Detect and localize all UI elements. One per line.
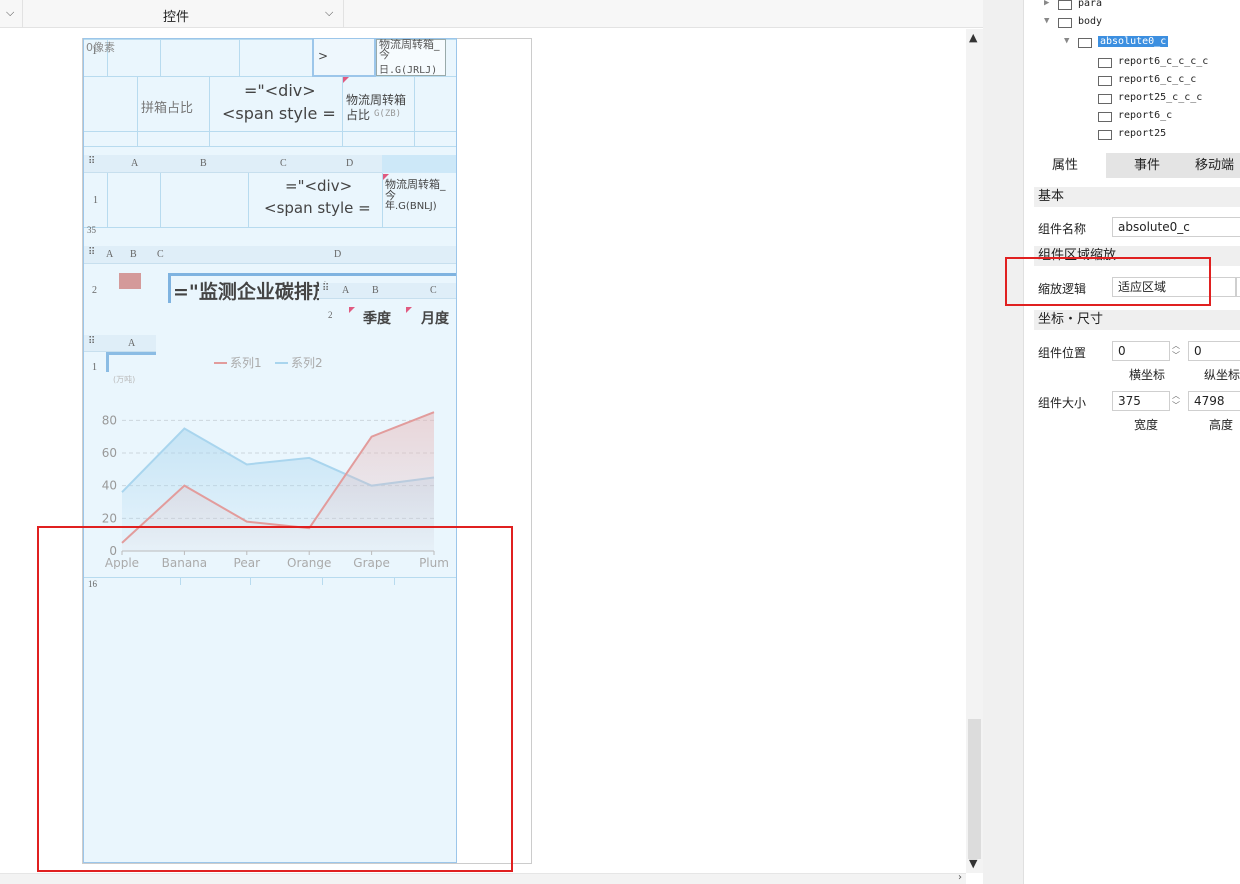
section-coord: 坐标・尺寸 [1034,310,1240,330]
control-select-label: 控件 [163,10,190,25]
label-line-2: 占比 [346,108,371,122]
arrow-text: > [318,49,329,63]
label-cell[interactable]: 物流周转箱_ 今 日.G(JRLJ) [376,39,446,76]
tree-item-label: report6_c_c_c_c [1118,56,1209,67]
row-number: 1 [92,46,97,57]
column-header: ⠿ A B C D [84,246,456,264]
y-unit-label: (万吨) [113,374,135,384]
scroll-down-icon[interactable]: ▼ [969,857,977,870]
label-cell[interactable]: 物流周转箱_ 今 年.G(BNLJ) [382,173,454,227]
tree-item-label: report25_c_c_c [1118,92,1203,103]
design-canvas: 0像素 1 > 物流周转箱_ 今 日.G(JRLJ) 拼箱占比 ="<div> … [0,29,966,873]
tree-item-absolute0-c[interactable]: ▼ absolute0_c [1024,34,1240,52]
tree-item-label: report6_c [1118,110,1173,121]
tree-item-report6-c[interactable]: report6_c [1024,108,1240,126]
quarter-cell: 季度 [363,311,391,327]
widget-icon [1098,76,1112,86]
scroll-thumb[interactable] [968,719,981,859]
pos-x-input[interactable]: 0 [1112,341,1170,361]
pos-x-caption: 横坐标 [1129,368,1166,382]
collapse-icon[interactable]: ▼ [1044,16,1049,26]
tree-item-report25[interactable]: report25 [1024,126,1240,144]
expand-icon[interactable]: ▶ [1044,0,1049,8]
row-number: 2 [92,285,97,296]
widget-icon [1098,58,1112,68]
selected-cell[interactable]: > [312,39,376,77]
name-label: 组件名称 [1038,222,1087,236]
tree-item-label: report6_c_c_c [1118,74,1197,85]
y-tick-label: 60 [102,446,117,460]
tree-item-body[interactable]: ▼ body [1024,14,1240,32]
tree-item-para[interactable]: ▶ para [1024,0,1240,14]
tree-item-label: absolute0_c [1098,36,1169,47]
highlight-frame [1005,257,1211,306]
size-label: 组件大小 [1038,396,1087,410]
legend-label: 系列2 [291,356,323,370]
tree-item-report6-c-c-c-c[interactable]: report6_c_c_c_c [1024,54,1240,72]
width-stepper[interactable]: ︿ ﹀ [1170,391,1182,411]
zero-px-label: 0像素 [86,41,115,54]
widget-icon [1058,18,1072,28]
y-tick-label: 20 [102,511,117,525]
highlight-frame [37,526,513,872]
horizontal-scrollbar[interactable]: › [0,872,966,884]
properties-panel: ▶ para ▼ body ▼ absolute0_c report6_c_c_c_crep… [1005,0,1240,884]
pos-y-caption: 纵坐标 [1204,368,1240,382]
tree-item-report25-c-c-c[interactable]: report25_c_c_c [1024,90,1240,108]
pos-y-input[interactable]: 0 [1188,341,1240,361]
pos-x-stepper[interactable]: ︿ ﹀ [1170,341,1182,361]
widget-name-input[interactable]: absolute0_c [1112,217,1240,237]
height-caption: 高度 [1209,418,1234,432]
toolbar: ⌵ 控件 ⌵ [0,0,983,28]
panel-tabs: 属性 事件 移动端 [1024,153,1240,178]
chevron-down-icon[interactable]: ⌵ [325,6,333,20]
section-basic: 基本 [1034,187,1240,207]
collapse-icon[interactable]: ▼ [1064,36,1069,46]
panel-gutter [983,0,1023,884]
position-label: 组件位置 [1038,346,1087,360]
widget-icon [1058,0,1072,10]
tree-item-label: para [1078,0,1103,9]
sub-column-header: ⠿ A B C [319,283,456,299]
row-number: 1 [93,195,98,206]
formula-line-1: ="<div> [244,81,316,100]
height-input[interactable]: 4798 [1188,391,1240,411]
formula-line-1: ="<div> [285,177,353,195]
tree-item-label: body [1078,16,1103,27]
widget-icon [1098,130,1112,140]
row-number: 35 [87,225,96,235]
widget-icon [1098,94,1112,104]
tab-events[interactable]: 事件 [1106,153,1188,178]
scroll-up-icon[interactable]: ▲ [969,31,977,44]
y-tick-label: 40 [102,479,117,493]
width-input[interactable]: 375 [1112,391,1170,411]
tree-item-report6-c-c-c[interactable]: report6_c_c_c [1024,72,1240,90]
month-cell: 月度 [421,311,449,327]
tree-item-label: report25 [1118,128,1167,139]
tab-mobile[interactable]: 移动端 [1188,153,1240,178]
widget-icon [1078,38,1092,48]
chevron-down-icon[interactable]: ⌵ [6,6,14,20]
formula-line-2: <span style = [264,199,371,217]
formula-line-2: <span style = [222,104,336,123]
widget-icon [1098,112,1112,122]
y-tick-label: 80 [102,413,117,427]
width-caption: 宽度 [1134,418,1159,432]
scroll-right-icon[interactable]: › [958,872,962,883]
color-swatch [119,273,141,289]
legend-label: 系列1 [230,356,262,370]
col-label: 拼箱占比 [141,101,194,116]
tab-properties[interactable]: 属性 [1024,153,1106,178]
vertical-scrollbar[interactable]: ▲ ▼ [966,29,983,873]
label-code: G(ZB) [374,109,402,119]
